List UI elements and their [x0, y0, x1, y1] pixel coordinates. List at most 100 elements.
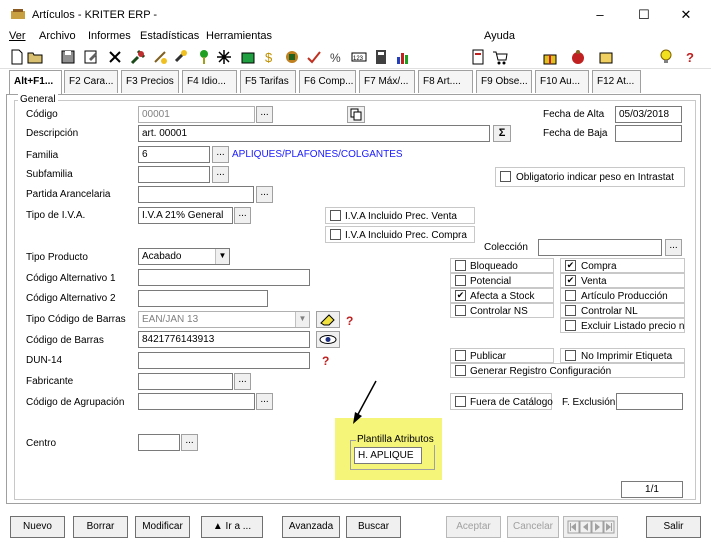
cod-alt1-input[interactable]	[138, 269, 310, 286]
tab-atributos[interactable]: F12 At...	[592, 70, 641, 93]
codigo-lookup-button[interactable]: ...	[256, 106, 273, 123]
edit-icon[interactable]	[83, 49, 99, 65]
new-document-icon[interactable]	[9, 49, 25, 65]
salir-button[interactable]: Salir	[646, 516, 701, 538]
bag-icon[interactable]	[570, 49, 586, 65]
fecha-baja-input[interactable]	[615, 125, 682, 142]
venta-checkbox[interactable]: ✔	[565, 275, 576, 286]
modificar-button[interactable]: Modificar	[135, 516, 190, 538]
coleccion-input[interactable]	[538, 239, 662, 256]
borrar-button[interactable]: Borrar	[73, 516, 128, 538]
tipo-producto-select[interactable]: Acabado ▼	[138, 248, 230, 265]
tab-maximos[interactable]: F7 Máx/...	[359, 70, 415, 93]
agrupacion-input[interactable]	[138, 393, 255, 410]
fecha-alta-input[interactable]: 05/03/2018	[615, 106, 682, 123]
barcode-help-icon[interactable]: ?	[344, 313, 358, 327]
fabricante-input[interactable]	[138, 373, 233, 390]
calculator-icon[interactable]	[373, 49, 389, 65]
cod-alt2-input[interactable]	[138, 290, 268, 307]
dun-input[interactable]	[138, 352, 310, 369]
buscar-button[interactable]: Buscar	[346, 516, 401, 538]
f-exclusion-input[interactable]	[616, 393, 683, 410]
lightbulb-icon[interactable]	[658, 49, 674, 65]
tab-idiomas[interactable]: F4 Idio...	[182, 70, 237, 93]
maximize-button[interactable]: ☐	[629, 4, 659, 26]
familia-input[interactable]: 6	[138, 146, 210, 163]
intrastat-checkbox[interactable]	[500, 171, 511, 182]
delete-icon[interactable]	[107, 49, 123, 65]
ir-a-button[interactable]: ▲ Ir a ...	[201, 516, 263, 538]
percent-icon[interactable]: %	[328, 49, 344, 65]
menu-estadisticas[interactable]: Estadísticas	[140, 30, 199, 42]
number-icon[interactable]: 123	[351, 49, 367, 65]
balance-icon[interactable]	[284, 49, 300, 65]
save-icon[interactable]	[60, 49, 76, 65]
eraser-icon[interactable]	[316, 311, 340, 328]
chevron-down-icon[interactable]: ▼	[295, 312, 309, 327]
sigma-button[interactable]: Σ	[493, 125, 511, 142]
descripcion-input[interactable]: art. 00001	[138, 125, 490, 142]
no-imprimir-checkbox[interactable]	[565, 350, 576, 361]
tab-caracteristicas[interactable]: F2 Cara...	[64, 70, 118, 93]
minimize-button[interactable]: –	[585, 4, 615, 26]
dun-help-icon[interactable]: ?	[320, 353, 334, 367]
menu-informes[interactable]: Informes	[88, 30, 131, 42]
chevron-down-icon[interactable]: ▼	[215, 249, 229, 264]
avanzada-button[interactable]: Avanzada	[282, 516, 340, 538]
pick-icon[interactable]	[152, 49, 168, 65]
eye-icon[interactable]	[316, 331, 340, 348]
potencial-checkbox[interactable]	[455, 275, 466, 286]
wrench-icon[interactable]	[172, 49, 188, 65]
menu-ayuda[interactable]: Ayuda	[484, 30, 515, 42]
controlar-nl-checkbox[interactable]	[565, 305, 576, 316]
controlar-ns-checkbox[interactable]	[455, 305, 466, 316]
centro-lookup-button[interactable]: ...	[181, 434, 198, 451]
tab-auxiliar[interactable]: F10 Au...	[535, 70, 589, 93]
fabricante-lookup-button[interactable]: ...	[234, 373, 251, 390]
document-icon[interactable]	[470, 49, 486, 65]
gift-icon[interactable]	[542, 49, 558, 65]
menu-ver[interactable]: Ver	[9, 30, 26, 42]
chart-icon[interactable]	[395, 49, 411, 65]
generar-registro-checkbox[interactable]	[455, 365, 466, 376]
tab-observaciones[interactable]: F9 Obse...	[476, 70, 532, 93]
tab-articulos[interactable]: F8 Art....	[418, 70, 473, 93]
excluir-listado-checkbox[interactable]	[565, 320, 576, 331]
iva-input[interactable]: I.V.A 21% General	[138, 207, 233, 224]
subfamilia-lookup-button[interactable]: ...	[212, 166, 229, 183]
help-icon[interactable]: ?	[683, 49, 699, 65]
cod-barras-input[interactable]: 8421776143913	[138, 331, 310, 348]
plantilla-input[interactable]: H. APLIQUE	[354, 447, 422, 464]
familia-lookup-button[interactable]: ...	[212, 146, 229, 163]
nuevo-button[interactable]: Nuevo	[10, 516, 65, 538]
record-navigator[interactable]	[563, 516, 618, 538]
tree-icon[interactable]	[196, 49, 212, 65]
coleccion-lookup-button[interactable]: ...	[665, 239, 682, 256]
tab-tarifas[interactable]: F5 Tarifas	[240, 70, 296, 93]
codigo-input[interactable]: 00001	[138, 106, 255, 123]
tab-precios[interactable]: F3 Precios	[121, 70, 179, 93]
open-folder-icon[interactable]	[27, 49, 43, 65]
money-icon[interactable]: $	[262, 49, 278, 65]
partida-input[interactable]	[138, 186, 254, 203]
close-button[interactable]: ✕	[671, 4, 701, 26]
articulo-produccion-checkbox[interactable]	[565, 290, 576, 301]
tipo-barras-select[interactable]: EAN/JAN 13 ▼	[138, 311, 310, 328]
publicar-checkbox[interactable]	[455, 350, 466, 361]
copy-icon[interactable]	[347, 106, 365, 123]
tab-compras[interactable]: F6 Comp...	[299, 70, 356, 93]
bloqueado-checkbox[interactable]	[455, 260, 466, 271]
star-icon[interactable]	[216, 49, 232, 65]
product-icon[interactable]	[240, 49, 256, 65]
subfamilia-input[interactable]	[138, 166, 210, 183]
centro-input[interactable]	[138, 434, 180, 451]
compra-checkbox[interactable]: ✔	[565, 260, 576, 271]
iva-compra-checkbox[interactable]	[330, 229, 341, 240]
menu-herramientas[interactable]: Herramientas	[206, 30, 272, 42]
record-nav-arrows-icon[interactable]	[567, 520, 615, 534]
check-icon[interactable]	[306, 49, 322, 65]
afecta-stock-checkbox[interactable]: ✔	[455, 290, 466, 301]
box-icon[interactable]	[598, 49, 614, 65]
agrupacion-lookup-button[interactable]: ...	[256, 393, 273, 410]
iva-lookup-button[interactable]: ...	[234, 207, 251, 224]
